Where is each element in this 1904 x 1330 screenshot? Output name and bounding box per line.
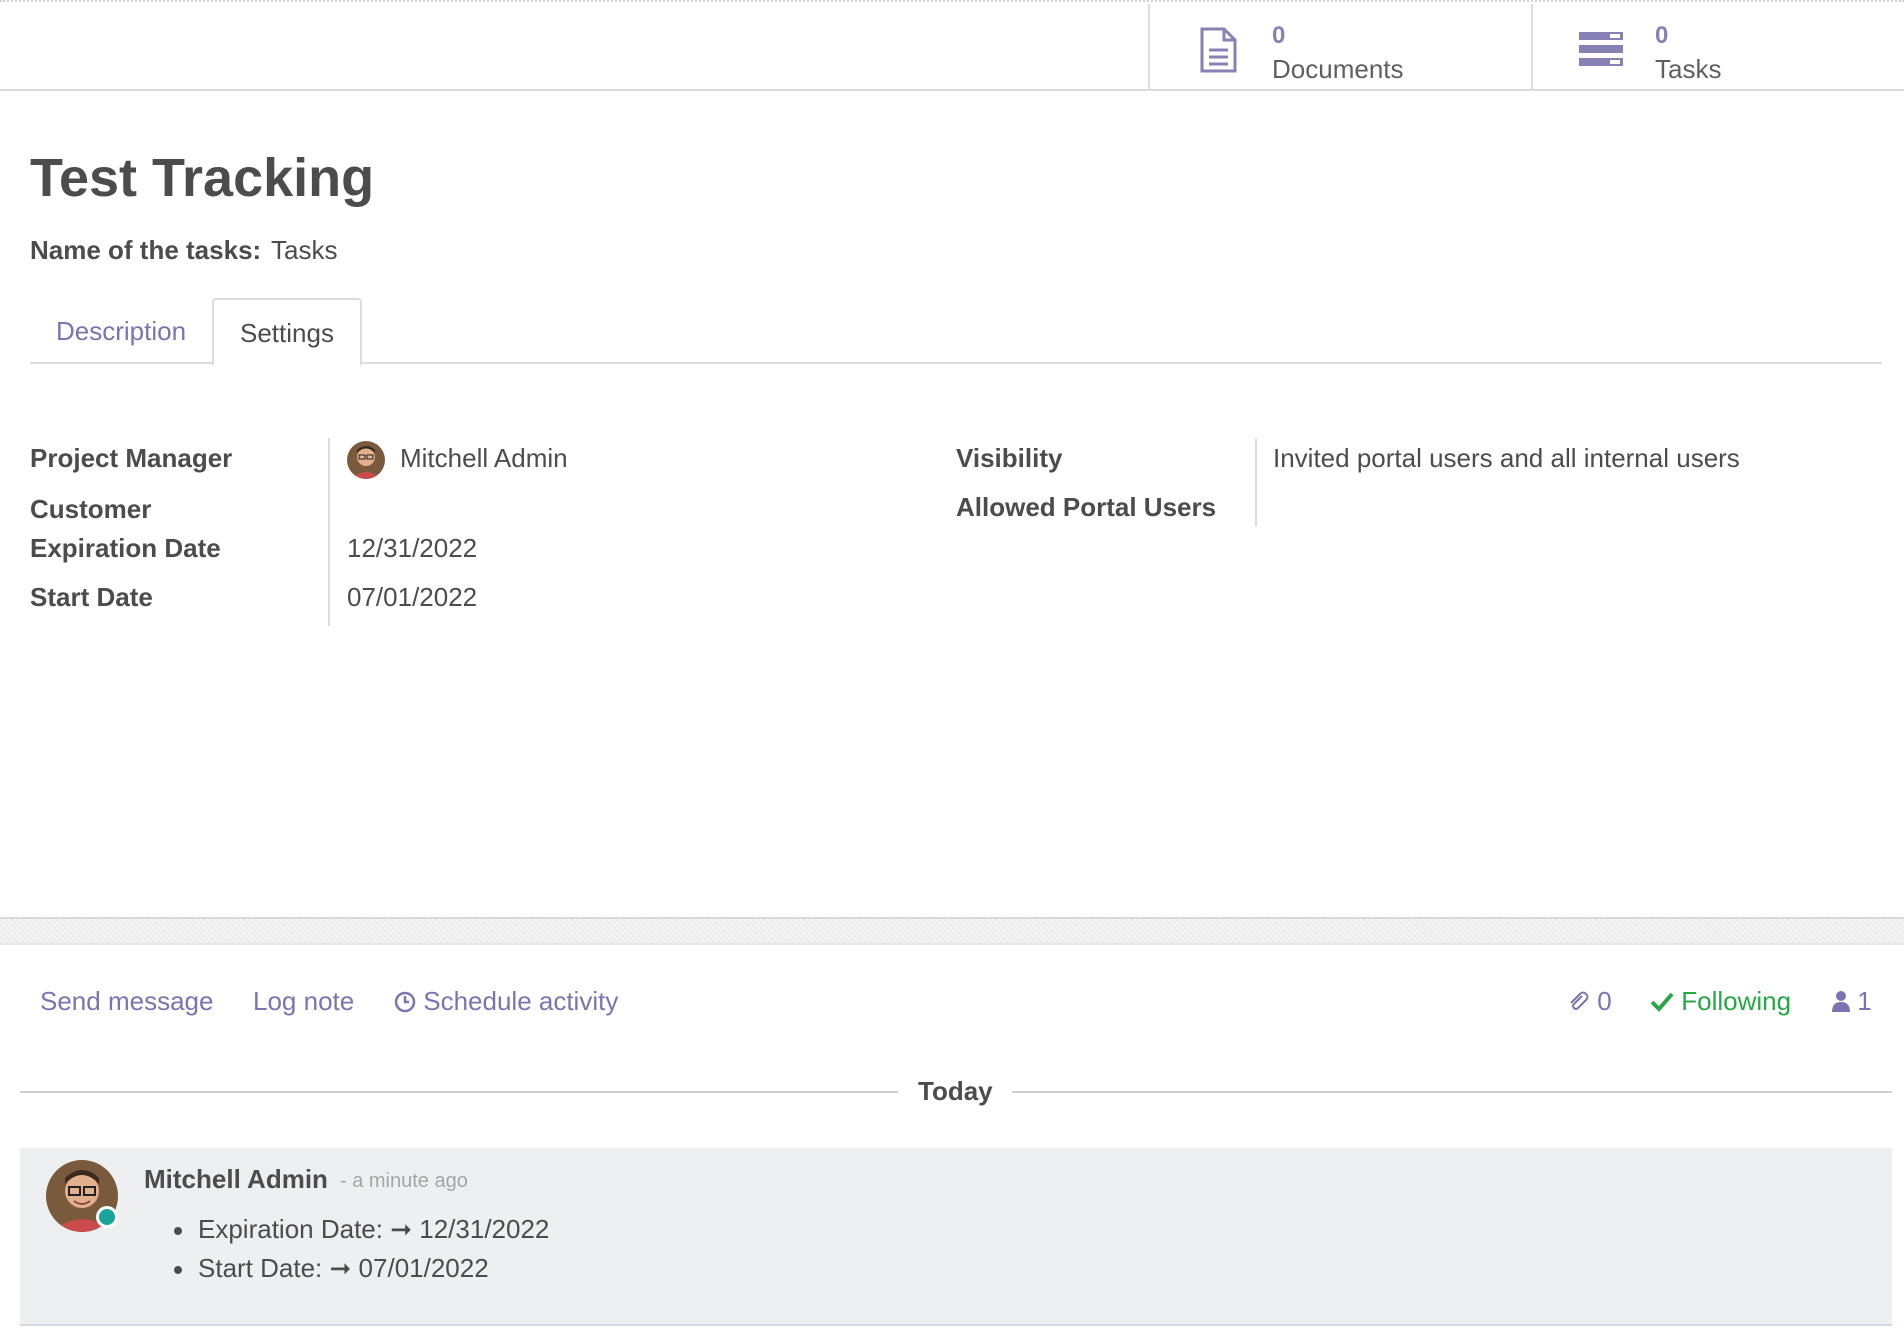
tasks-icon — [1579, 32, 1623, 66]
tracking-new-value: 07/01/2022 — [358, 1253, 489, 1283]
clock-icon — [394, 991, 416, 1013]
user-avatar-icon — [347, 441, 385, 479]
tracking-new-value: 12/31/2022 — [419, 1214, 550, 1244]
documents-button[interactable]: 0 Documents — [1148, 4, 1531, 91]
arrow-right-icon: ➞ — [329, 1253, 352, 1283]
start-date-label: Start Date — [30, 582, 153, 612]
customer-label: Customer — [30, 494, 152, 524]
top-border — [0, 0, 1904, 3]
documents-count: 0 — [1272, 22, 1286, 49]
check-icon — [1650, 992, 1674, 1012]
tasks-label: Tasks — [1655, 54, 1722, 84]
log-note-button[interactable]: Log note — [253, 986, 354, 1017]
tasks-name-label: Name of the tasks: — [30, 235, 262, 265]
tasks-button[interactable]: 0 Tasks — [1531, 4, 1904, 91]
paperclip-icon — [1570, 991, 1589, 1010]
tab-description[interactable]: Description — [30, 298, 212, 364]
user-icon — [1832, 991, 1850, 1012]
chatter-message: Mitchell Admin - a minute ago Expiration… — [20, 1148, 1892, 1326]
schedule-activity-label: Schedule activity — [423, 986, 619, 1016]
arrow-right-icon: ➞ — [390, 1214, 413, 1244]
date-separator-line — [1012, 1091, 1892, 1093]
project-manager-label: Project Manager — [30, 443, 233, 473]
message-author[interactable]: Mitchell Admin — [144, 1164, 328, 1195]
button-box: 0 Documents 0 Tasks — [0, 4, 1904, 91]
notebook-tabs: Description Settings — [30, 298, 1882, 366]
allowed-portal-users-label: Allowed Portal Users — [956, 492, 1217, 522]
following-label: Following — [1681, 986, 1792, 1016]
chatter-splitter — [0, 917, 1904, 945]
documents-label: Documents — [1272, 54, 1404, 84]
list-item: Start Date: ➞ 07/01/2022 — [173, 1249, 549, 1288]
online-status-icon — [96, 1206, 118, 1228]
attachments-count: 0 — [1597, 986, 1612, 1016]
date-separator-line — [20, 1091, 898, 1093]
page-title[interactable]: Test Tracking — [30, 147, 374, 209]
visibility-label: Visibility — [956, 443, 1063, 473]
field-separator — [1255, 438, 1257, 526]
tracking-values: Expiration Date: ➞ 12/31/2022 Start Date… — [173, 1210, 550, 1288]
expiration-date-field[interactable]: 12/31/2022 — [347, 533, 477, 564]
tab-settings[interactable]: Settings — [212, 298, 362, 366]
avatar — [347, 441, 385, 479]
project-manager-field[interactable]: Mitchell Admin — [400, 443, 568, 474]
tasks-name-field[interactable]: Tasks — [271, 235, 337, 266]
attachments-button[interactable]: 0 — [1566, 986, 1612, 1017]
followers-button[interactable]: 1 — [1832, 986, 1872, 1017]
message-date: - a minute ago — [340, 1170, 468, 1192]
start-date-field[interactable]: 07/01/2022 — [347, 582, 477, 613]
tracking-field-name: Start Date: — [198, 1253, 323, 1283]
tasks-count: 0 — [1655, 22, 1669, 49]
followers-count: 1 — [1857, 986, 1872, 1016]
send-message-button[interactable]: Send message — [40, 986, 213, 1017]
list-item: Expiration Date: ➞ 12/31/2022 — [173, 1210, 550, 1249]
following-button[interactable]: Following — [1650, 986, 1791, 1017]
tracking-field-name: Expiration Date: — [198, 1214, 383, 1244]
visibility-field[interactable]: Invited portal users and all internal us… — [1273, 443, 1740, 474]
date-separator: Today — [918, 1076, 993, 1106]
schedule-activity-button[interactable]: Schedule activity — [394, 986, 618, 1017]
expiration-date-label: Expiration Date — [30, 533, 221, 563]
field-separator — [328, 438, 330, 626]
file-text-icon — [1200, 27, 1237, 73]
